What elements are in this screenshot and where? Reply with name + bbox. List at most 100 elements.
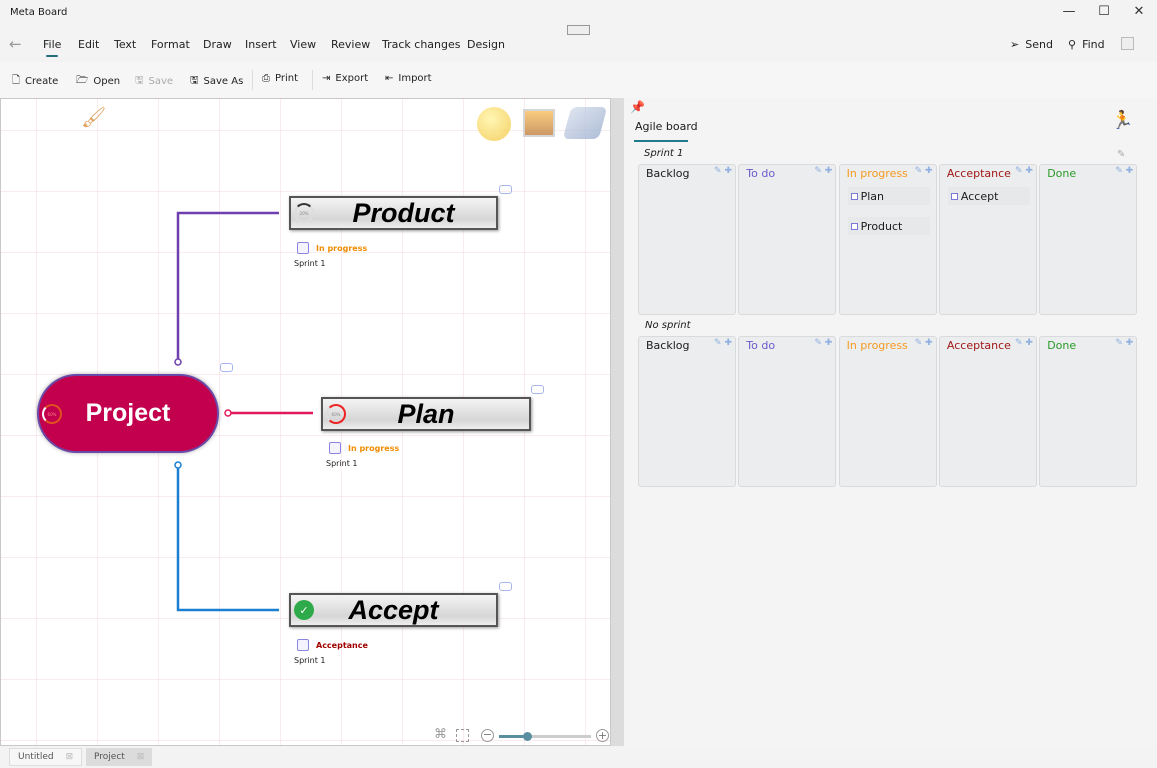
column-header: Done [1047,339,1077,352]
document-tabs: Untitled ⊠ Project ⊠ [0,746,1157,768]
column-header: Acceptance [946,339,1011,352]
menu-draw[interactable]: Draw [203,38,232,51]
zoom-out-button[interactable]: − [481,729,494,742]
task-note-icon[interactable] [297,242,309,254]
menu-text[interactable]: Text [114,38,136,51]
node-plan[interactable]: 60% Plan [321,397,531,431]
board-column-done[interactable]: Done ✎ ✚ [1039,336,1138,487]
column-edit-add-icons[interactable]: ✎ ✚ [814,166,832,176]
board-column-to-do[interactable]: To do ✎ ✚ [738,336,837,487]
active-tab-indicator [634,140,688,142]
menu-track-changes[interactable]: Track changes [382,38,461,51]
task-sprint: Sprint 1 [294,656,326,665]
menu-edit[interactable]: Edit [78,38,99,51]
zoom-slider[interactable] [499,732,591,741]
menu-file[interactable]: File [43,38,61,51]
zoom-slider-fill [499,735,525,738]
task-note-icon[interactable] [329,442,341,454]
board-column-in-progress[interactable]: In progress ✎ ✚ [838,336,937,487]
save-icon: 🖫 [135,75,144,86]
close-icon[interactable]: ⊠ [66,752,74,762]
task-sprint: Sprint 1 [326,459,358,468]
board-card[interactable]: Product [847,217,930,235]
node-project-root[interactable]: 60% Project [37,374,219,453]
column-header: Acceptance [946,167,1011,180]
node-product[interactable]: 20% Product [289,196,498,230]
close-button[interactable]: ✕ [1125,4,1153,24]
board-column-acceptance[interactable]: Acceptance ✎ ✚ Accept [938,164,1037,315]
send-icon: ➢ [1010,38,1020,51]
fit-map-icon[interactable]: ⌘ [434,727,447,742]
close-icon[interactable]: ⊠ [137,752,145,762]
column-edit-add-icons[interactable]: ✎ ✚ [915,166,933,176]
task-status: Acceptance [316,641,368,650]
find-button[interactable]: ⚲ Find [1068,38,1105,51]
task-status: In progress [348,444,400,453]
column-header: In progress [846,339,908,352]
sprint-runner-icon[interactable]: 🏃 [1111,110,1133,131]
new-file-icon: 🗋 [12,75,21,86]
doc-tab-project[interactable]: Project ⊠ [86,748,153,766]
save-as-button[interactable]: 🖫 Save As [190,73,243,90]
board-column-to-do[interactable]: To do ✎ ✚ [738,164,837,315]
maximize-button[interactable]: ☐ [1090,4,1118,24]
column-edit-add-icons[interactable]: ✎ ✚ [814,338,832,348]
printer-icon: ⎙ [262,73,270,84]
comment-icon[interactable] [499,185,512,194]
check-icon: ✓ [294,600,314,620]
doc-tab-untitled[interactable]: Untitled ⊠ [9,748,83,766]
card-title: Accept [960,189,999,203]
progress-indicator: 20% [294,203,314,223]
back-arrow-icon[interactable]: ← [9,35,22,53]
column-header: In progress [846,167,908,180]
folder-icon: 🗁 [76,75,89,86]
node-accept[interactable]: ✓ Accept [289,593,498,627]
print-button[interactable]: ⎙ Print [262,73,298,84]
column-edit-add-icons[interactable]: ✎ ✚ [1115,166,1133,176]
comment-icon[interactable] [220,363,233,372]
import-button[interactable]: ⇤ Import [385,73,432,84]
board-card[interactable]: Plan [847,187,930,205]
tab-agile-board[interactable]: Agile board [635,120,698,133]
column-edit-add-icons[interactable]: ✎ ✚ [1115,338,1133,348]
board-card[interactable]: Accept [947,187,1030,205]
task-note-icon[interactable] [297,639,309,651]
open-button[interactable]: 🗁 Open [76,73,120,90]
fullscreen-icon[interactable] [1121,37,1134,50]
column-edit-add-icons[interactable]: ✎ ✚ [915,338,933,348]
comment-icon[interactable] [531,385,544,394]
minimize-button[interactable]: — [1055,4,1083,24]
window-title: Meta Board [10,7,68,18]
board-column-done[interactable]: Done ✎ ✚ [1039,164,1138,315]
column-edit-add-icons[interactable]: ✎ ✚ [1015,166,1033,176]
mindmap-canvas[interactable]: 🖌 20% Product In progress Sprint 1 60% P… [0,98,611,746]
pin-icon[interactable]: 📌 [630,100,645,114]
comment-icon[interactable] [499,582,512,591]
collapse-ribbon-icon[interactable] [567,25,590,35]
zoom-in-button[interactable]: + [596,729,609,742]
save-button[interactable]: 🖫 Save [135,73,173,90]
card-title: Product [860,219,903,233]
divider [252,70,253,90]
column-header: Backlog [646,167,690,180]
column-edit-add-icons[interactable]: ✎ ✚ [714,166,732,176]
board-column-backlog[interactable]: Backlog ✎ ✚ [638,336,736,487]
menu-view[interactable]: View [290,38,316,51]
zoom-slider-thumb[interactable] [522,732,532,741]
board-column-in-progress[interactable]: In progress ✎ ✚ Plan Product [838,164,937,315]
menu-design[interactable]: Design [467,38,505,51]
column-edit-add-icons[interactable]: ✎ ✚ [1015,338,1033,348]
board-column-acceptance[interactable]: Acceptance ✎ ✚ [938,336,1037,487]
export-icon: ⇥ [322,73,331,84]
fit-screen-icon[interactable] [456,729,469,742]
menu-review[interactable]: Review [331,38,370,51]
send-button[interactable]: ➢ Send [1010,38,1053,51]
edit-icon[interactable]: ✎ [1117,149,1125,160]
export-button[interactable]: ⇥ Export [322,73,368,84]
menu-insert[interactable]: Insert [245,38,277,51]
panel-splitter[interactable] [611,98,624,746]
menu-format[interactable]: Format [151,38,190,51]
column-edit-add-icons[interactable]: ✎ ✚ [714,338,732,348]
board-column-backlog[interactable]: Backlog ✎ ✚ [638,164,736,315]
create-button[interactable]: 🗋 Create [12,73,58,90]
